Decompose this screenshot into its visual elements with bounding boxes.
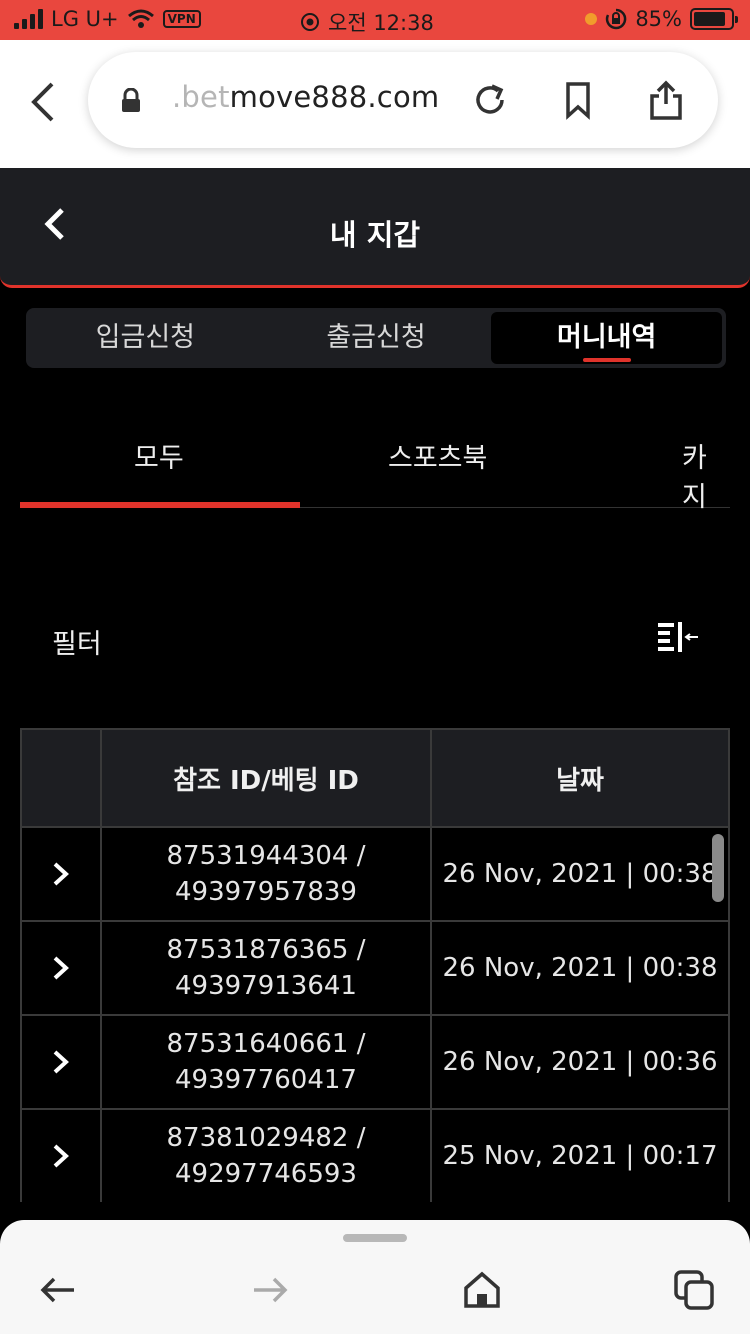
table-row[interactable]: 87531876365 / 49397913641 26 Nov, 2021 | …	[22, 922, 728, 1016]
tab-casino[interactable]: 카지	[682, 436, 730, 514]
browser-bar: .betmove888.com	[0, 40, 750, 168]
table-row[interactable]: 87381029482 / 49297746593 25 Nov, 2021 | …	[22, 1110, 728, 1202]
row-date: 26 Nov, 2021 | 00:38	[442, 953, 718, 983]
row-date: 25 Nov, 2021 | 00:17	[442, 1141, 718, 1171]
ref-id: 87531944304 /	[166, 841, 366, 871]
reload-icon[interactable]	[470, 80, 510, 120]
url-text[interactable]: .betmove888.com	[172, 80, 439, 114]
table-row[interactable]: 87531944304 / 49397957839 26 Nov, 2021 | …	[22, 828, 728, 922]
tab-withdraw[interactable]: 출금신청	[261, 312, 492, 364]
back-icon[interactable]	[28, 80, 58, 135]
filter-icon[interactable]	[656, 620, 700, 656]
toolbar-handle[interactable]	[343, 1234, 407, 1242]
orientation-lock-icon	[606, 8, 627, 30]
bookmark-icon[interactable]	[558, 80, 598, 120]
chevron-right-icon[interactable]	[51, 860, 71, 888]
recording-indicator	[585, 13, 598, 25]
active-tab-indicator	[20, 502, 300, 508]
tab-all[interactable]: 모두	[134, 436, 184, 475]
location-icon	[301, 13, 319, 31]
wifi-icon	[127, 9, 154, 28]
carrier-label: LG U+	[51, 7, 119, 31]
tab-money-history[interactable]: 머니내역	[491, 312, 723, 364]
bet-id: 49397760417	[175, 1065, 357, 1095]
tabs-icon[interactable]	[672, 1268, 716, 1312]
bet-id: 49397913641	[175, 971, 357, 1001]
tab-deposit[interactable]: 입금신청	[30, 312, 261, 364]
chevron-right-icon[interactable]	[51, 1142, 71, 1170]
signal-icon	[14, 9, 43, 29]
filter-label: 필터	[52, 629, 102, 660]
lock-icon	[122, 88, 140, 112]
status-time: 오전 12:38	[328, 11, 434, 35]
scrollbar-thumb[interactable]	[712, 834, 724, 902]
category-tabs: 모두 스포츠북 카지	[20, 410, 730, 513]
address-bar[interactable]: .betmove888.com	[88, 52, 718, 148]
header-expand	[22, 730, 102, 826]
ref-id: 87531640661 /	[166, 1029, 366, 1059]
status-bar: LG U+ VPN 오전 12:38 85%	[0, 0, 750, 40]
home-icon[interactable]	[460, 1268, 504, 1312]
share-icon[interactable]	[646, 80, 686, 120]
header-ref-id: 참조 ID/베팅 ID	[102, 730, 432, 826]
url-faded: .bet	[172, 80, 230, 114]
vpn-badge: VPN	[162, 10, 201, 28]
app-header: 내 지갑	[0, 168, 750, 288]
header-date: 날짜	[556, 765, 604, 796]
table-row[interactable]: 87531640661 / 49397760417 26 Nov, 2021 | …	[22, 1016, 728, 1110]
chevron-right-icon[interactable]	[51, 954, 71, 982]
bet-id: 49397957839	[175, 877, 357, 907]
segment-tabs: 입금신청 출금신청 머니내역	[26, 308, 726, 368]
url-main: move888.com	[229, 80, 440, 114]
browser-toolbar	[0, 1220, 750, 1334]
ref-id: 87531876365 /	[166, 935, 366, 965]
forward-arrow-icon[interactable]	[248, 1268, 292, 1312]
row-date: 26 Nov, 2021 | 00:38	[442, 859, 718, 889]
tab-sportsbook[interactable]: 스포츠북	[388, 436, 487, 475]
row-date: 26 Nov, 2021 | 00:36	[442, 1047, 718, 1077]
battery-percent: 85%	[635, 7, 682, 31]
table-header: 참조 ID/베팅 ID 날짜	[22, 728, 728, 828]
chevron-right-icon[interactable]	[51, 1048, 71, 1076]
bet-id: 49297746593	[175, 1159, 357, 1189]
battery-icon	[690, 8, 738, 30]
back-arrow-icon[interactable]	[36, 1268, 80, 1312]
history-table: 참조 ID/베팅 ID 날짜 87531944304 / 49397957839 …	[20, 728, 730, 1202]
battery-fill	[694, 12, 725, 26]
page-title: 내 지갑	[329, 218, 421, 252]
ref-id: 87381029482 /	[166, 1123, 366, 1153]
